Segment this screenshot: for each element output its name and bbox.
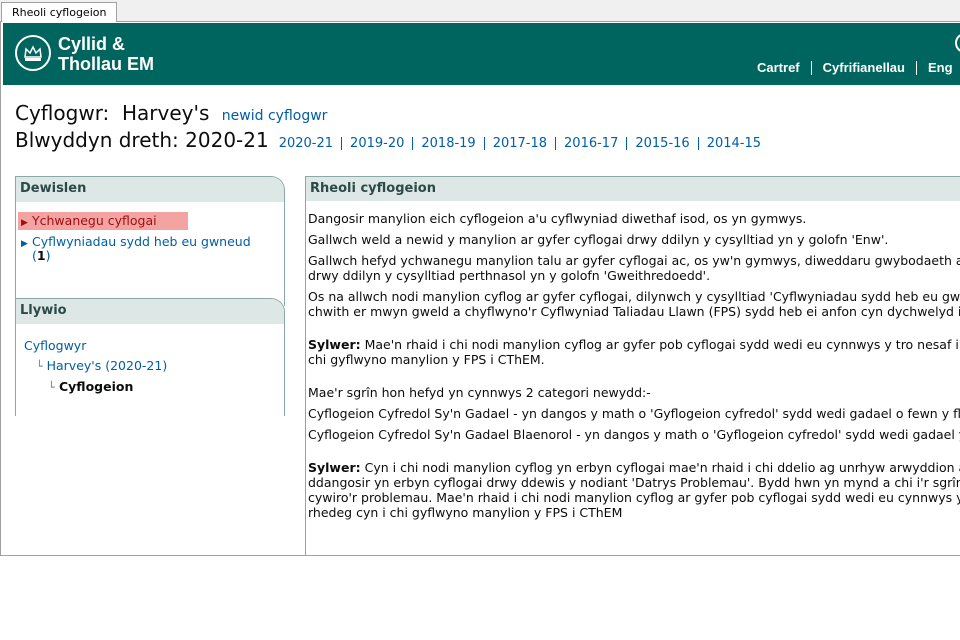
outstanding-count: (1) (32, 248, 51, 263)
paragraph: Gallwch weld a newid y manylion ar gyfer… (308, 232, 889, 247)
paragraph: chwith er mwyn gweld a chyflwyno'r Cyflw… (308, 304, 960, 319)
crown-crest-icon (15, 35, 51, 71)
crown-icon (24, 45, 42, 61)
main-title: Rheoli cyflogeion (306, 177, 960, 201)
page-frame: Cyllid & Thollau EM Cartref Cyfrifianell… (0, 21, 960, 556)
tree-connector-icon: └ (48, 381, 55, 394)
crumb-employees: └ Cyflogeion (48, 379, 134, 394)
paragraph: Dangosir manylion eich cyflogeion a'u cy… (308, 211, 807, 226)
nav-calculators-link[interactable]: Cyfrifianellau (810, 61, 916, 75)
top-navigation: Cartref Cyfrifianellau Eng (757, 61, 960, 75)
menu-panel: Dewislen ▶ Ychwanegu cyflogai ▶ Cyflwyni… (15, 176, 285, 306)
paragraph: Gallwch hefyd ychwanegu manylion talu ar… (308, 253, 960, 268)
note-label: Sylwer: (308, 337, 361, 352)
employer-line: Cyflogwr: Harvey's newid cyflogwr (15, 101, 327, 125)
paragraph: drwy ddilyn y cysylltiad perthnasol yn y… (308, 268, 711, 283)
nav-english-link[interactable]: Eng (915, 61, 960, 75)
navigation-panel-title: Llywio (16, 299, 284, 324)
tax-year-link[interactable]: 2016-17 (555, 137, 626, 150)
tax-year-link[interactable]: 2019-20 (341, 137, 412, 150)
window-tab[interactable]: Rheoli cyflogeion (1, 2, 118, 22)
tax-year-link[interactable]: 2018-19 (412, 137, 483, 150)
navigation-panel: Llywio Cyflogwyr └ Harvey's (2020-21) └ … (15, 298, 285, 416)
note-label: Sylwer: (308, 460, 361, 475)
tree-connector-icon: └ (36, 360, 43, 373)
brand-logo-text[interactable]: Cyllid & Thollau EM (58, 34, 154, 74)
triangle-right-icon: ▶ (21, 218, 28, 228)
current-tax-year: 2020-21 (185, 128, 269, 152)
paragraph: Os na allwch nodi manylion cyflog ar gyf… (308, 289, 960, 304)
help-icon[interactable] (955, 33, 960, 53)
main-content: Dangosir manylion eich cyflogeion a'u cy… (306, 201, 960, 520)
tax-year-link[interactable]: 2020-21 (279, 137, 341, 150)
tax-year-links: 2020-21 2019-20 2018-19 2017-18 2016-17 … (279, 137, 769, 150)
tax-year-link[interactable]: 2017-18 (483, 137, 555, 150)
employer-label: Cyflogwr: (15, 101, 110, 125)
employer-name: Harvey's (122, 101, 210, 125)
note-paragraph: Sylwer: Cyn i chi nodi manylion cyflog y… (308, 460, 960, 475)
tax-year-label: Blwyddyn dreth: (15, 128, 179, 152)
brand-line-2: Thollau EM (58, 54, 154, 74)
change-employer-link[interactable]: newid cyflogwr (222, 108, 328, 124)
paragraph: Cyflogeion Cyfredol Sy'n Gadael Blaenoro… (308, 427, 960, 442)
tax-year-link[interactable]: 2015-16 (626, 137, 697, 150)
site-header: Cyllid & Thollau EM Cartref Cyfrifianell… (3, 23, 960, 85)
brand-line-1: Cyllid & (58, 34, 126, 54)
tax-year-link[interactable]: 2014-15 (697, 137, 769, 150)
menu-panel-title: Dewislen (16, 177, 284, 202)
note-paragraph: Sylwer: Mae'n rhaid i chi nodi manylion … (308, 337, 960, 352)
window-tab-strip: Rheoli cyflogeion (0, 0, 960, 22)
nav-home-link[interactable]: Cartref (757, 61, 811, 75)
paragraph: chi gyflwyno manylion y FPS i CThEM. (308, 352, 545, 367)
paragraph: cywiro'r problemau. Mae'n rhaid i chi no… (308, 490, 960, 505)
crumb-employer-year[interactable]: └ Harvey's (2020-21) (36, 356, 284, 377)
paragraph: rhedeg cyn i chi gyflwyno manylion y FPS… (308, 505, 623, 520)
menu-item-label: Cyflwyniadau sydd heb eu gwneud (32, 234, 251, 249)
paragraph: ddangosir yn erbyn cyflogai drwy ddewis … (308, 475, 960, 490)
main-content-panel: Rheoli cyflogeion Dangosir manylion eich… (305, 176, 960, 555)
menu-item-outstanding-submissions[interactable]: ▶ Cyflwyniadau sydd heb eu gwneud (1) (18, 235, 284, 263)
tax-year-line: Blwyddyn dreth: 2020-21 2020-21 2019-20 … (15, 128, 769, 152)
crumb-employers[interactable]: Cyflogwyr (24, 336, 284, 356)
paragraph: Mae'r sgrîn hon hefyd yn cynnwys 2 categ… (308, 385, 651, 400)
triangle-right-icon: ▶ (21, 239, 28, 249)
paragraph: Cyflogeion Cyfredol Sy'n Gadael - yn dan… (308, 406, 960, 421)
menu-item-add-employee[interactable]: ▶ Ychwanegu cyflogai (18, 212, 188, 230)
menu-item-label: Ychwanegu cyflogai (32, 213, 157, 228)
